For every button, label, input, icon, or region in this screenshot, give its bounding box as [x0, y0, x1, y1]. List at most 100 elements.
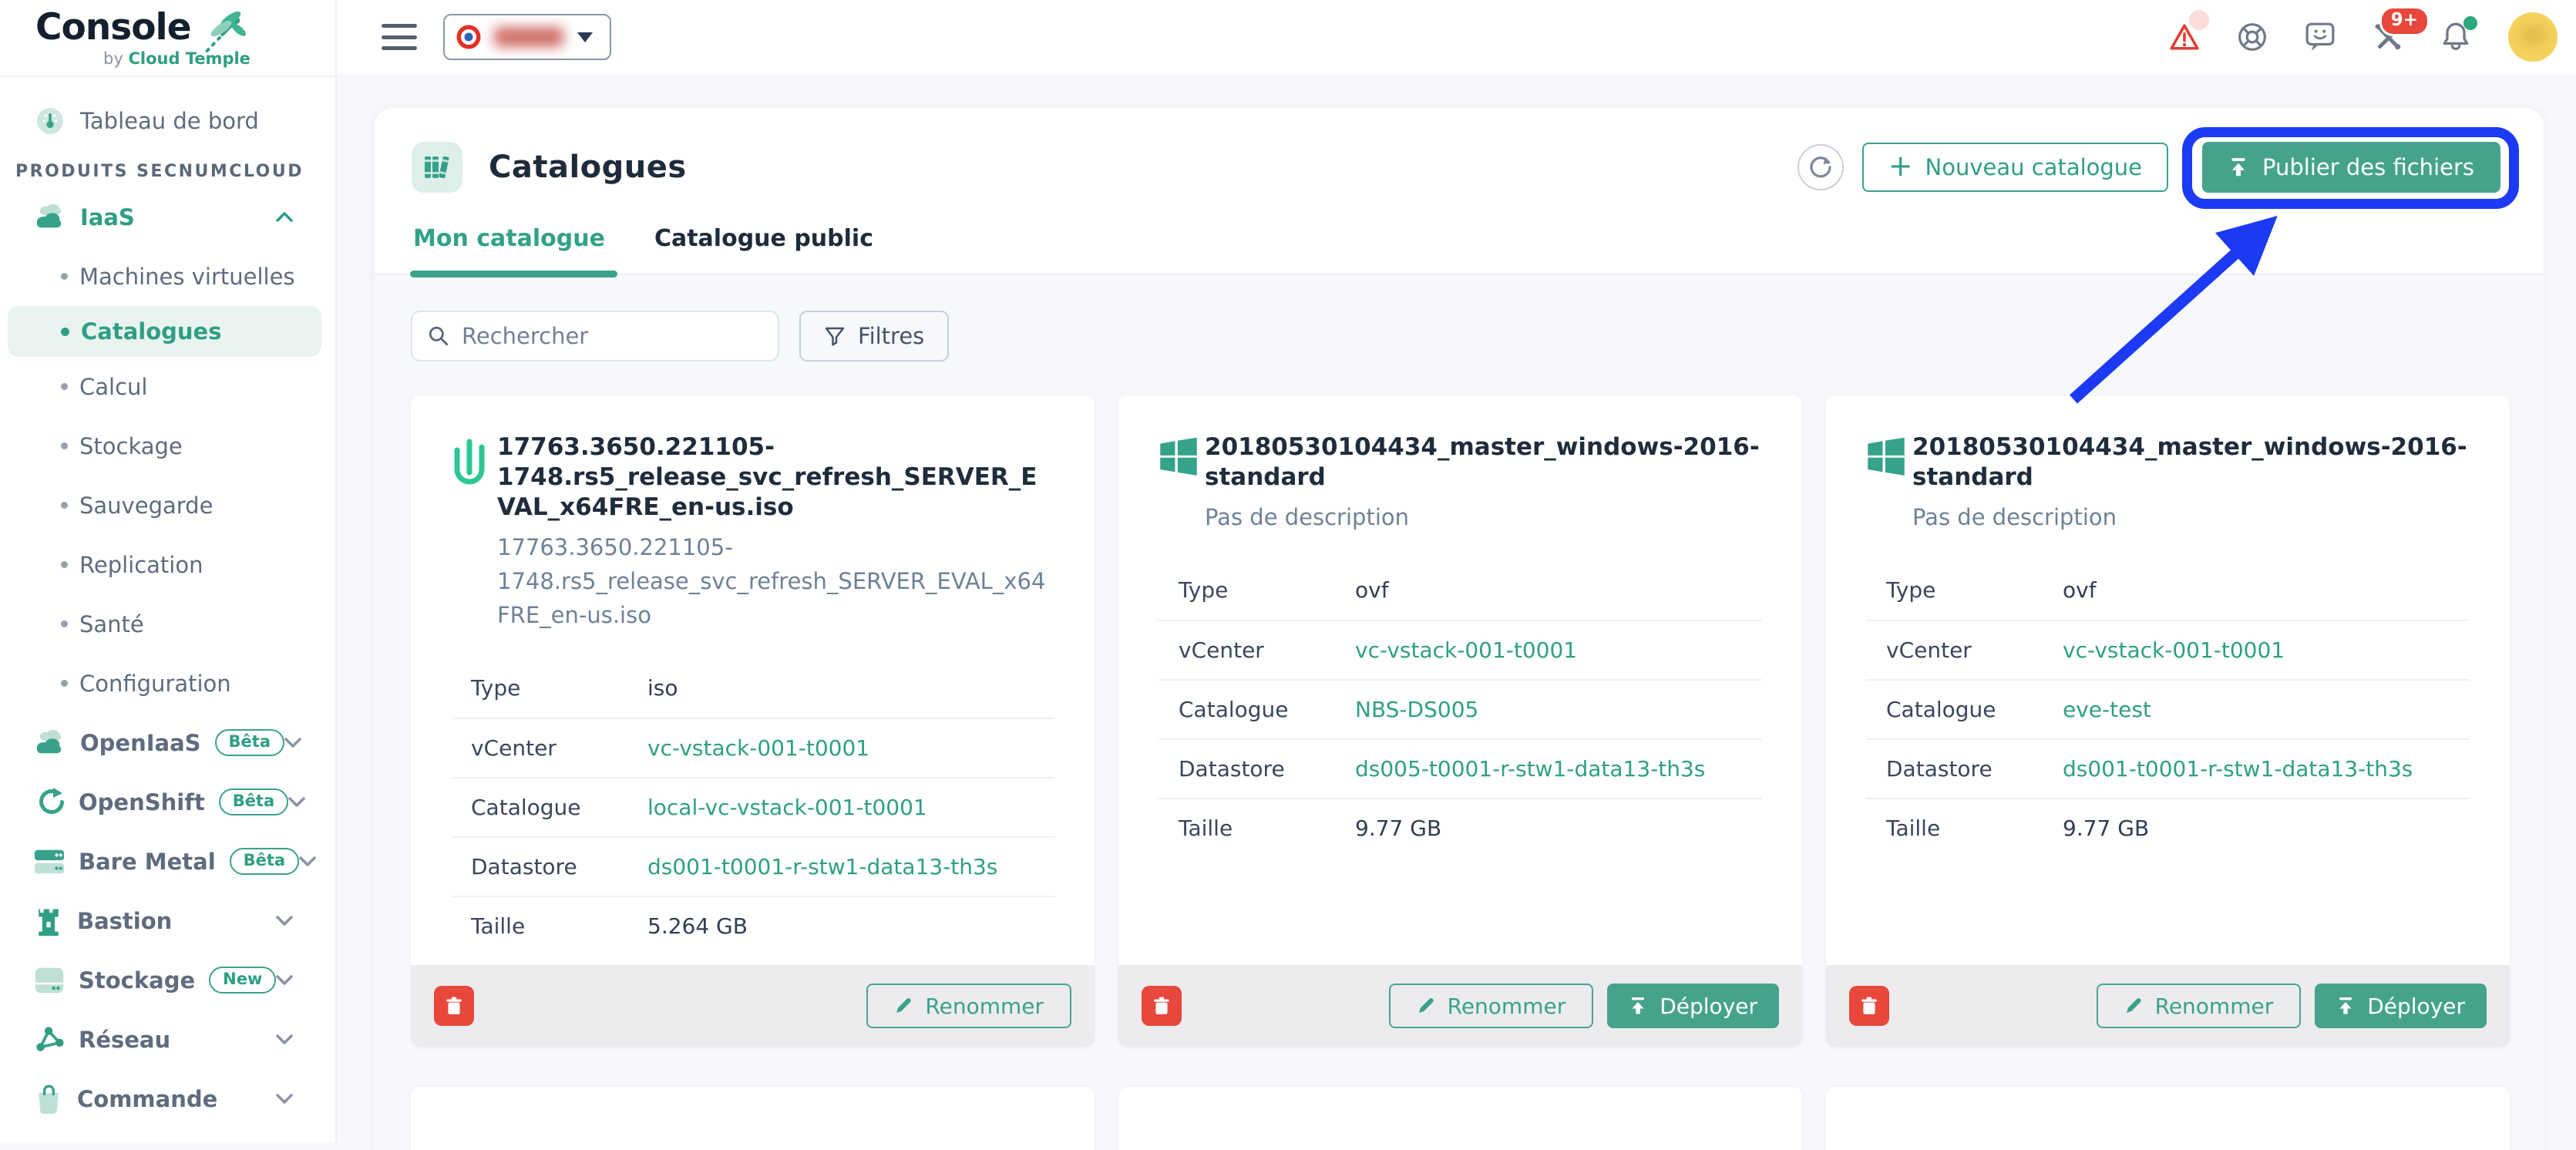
rename-button[interactable]: Renommer — [1389, 984, 1594, 1028]
cocarde-icon — [456, 24, 482, 50]
support-button[interactable] — [2237, 22, 2268, 52]
sidebar-item-iaas[interactable]: IaaS — [0, 187, 335, 247]
card-footer: Renommer — [411, 965, 1095, 1047]
beta-badge: Bêta — [219, 789, 288, 815]
sidebar-item-replication[interactable]: Replication — [0, 535, 335, 594]
chevron-down-icon — [284, 738, 301, 748]
chevron-down-icon — [276, 975, 293, 985]
tab-mon-catalogue[interactable]: Mon catalogue — [413, 225, 605, 274]
hamburger-menu-button[interactable] — [382, 24, 417, 50]
iso-hand-icon — [451, 437, 497, 632]
bullet-icon — [61, 383, 68, 390]
sidebar-item-sante[interactable]: Santé — [0, 594, 335, 654]
refresh-button[interactable] — [1797, 144, 1844, 190]
tab-catalogue-public[interactable]: Catalogue public — [654, 225, 873, 274]
lifebuoy-icon — [2237, 22, 2268, 52]
delete-button[interactable] — [1849, 986, 1889, 1026]
catalog-card-partial[interactable] — [1118, 1087, 1802, 1150]
search-input[interactable] — [462, 323, 762, 349]
datastore-link[interactable]: ds001-t0001-r-stw1-data13-th3s — [647, 854, 997, 879]
sidebar-item-commande[interactable]: Commande — [0, 1069, 335, 1128]
catalog-books-icon — [412, 142, 462, 193]
vcenter-link[interactable]: vc-vstack-001-t0001 — [1355, 637, 1577, 663]
notifications-button[interactable] — [2440, 21, 2471, 53]
catalog-link[interactable]: local-vc-vstack-001-t0001 — [647, 795, 927, 820]
datastore-link[interactable]: ds001-t0001-r-stw1-data13-th3s — [2063, 756, 2413, 782]
rename-button[interactable]: Renommer — [866, 984, 1071, 1028]
sidebar-item-catalogues[interactable]: Catalogues — [8, 306, 321, 357]
panel-content: Filtres — [375, 275, 2544, 1150]
delete-button[interactable] — [434, 986, 474, 1026]
page-title: Catalogues — [489, 150, 687, 185]
detail-row-size: Taille 5.264 GB — [451, 896, 1054, 955]
filters-button[interactable]: Filtres — [799, 311, 949, 361]
catalog-card-partial[interactable] — [411, 1087, 1095, 1150]
logo-block[interactable]: Console by Cloud Temple — [0, 0, 335, 77]
catalog-link[interactable]: NBS-DS005 — [1355, 697, 1478, 722]
catalog-card-windows-2[interactable]: 20180530104434_master_windows-2016-stand… — [1826, 395, 2510, 1047]
catalog-grid: 17763.3650.221105-1748.rs5_release_svc_r… — [411, 395, 2510, 1150]
catalog-card-iso[interactable]: 17763.3650.221105-1748.rs5_release_svc_r… — [411, 395, 1095, 1047]
topbar: 9+ — [337, 0, 2576, 74]
detail-row-catalog: Catalogue eve-test — [1866, 679, 2470, 738]
new-catalog-button[interactable]: + Nouveau catalogue — [1862, 143, 2168, 192]
server-stack-icon — [33, 846, 66, 877]
detail-row-size: Taille 9.77 GB — [1866, 798, 2470, 857]
card-description: Pas de description — [1912, 500, 2470, 534]
sidebar: Console by Cloud Temple Tableau de — [0, 0, 337, 1142]
vcenter-link[interactable]: vc-vstack-001-t0001 — [647, 735, 869, 761]
windows-icon — [1159, 437, 1205, 534]
tenant-selector[interactable] — [443, 14, 611, 60]
detail-row-size: Taille 9.77 GB — [1159, 798, 1762, 857]
publish-files-button[interactable]: Publier des fichiers — [2202, 142, 2500, 193]
deploy-button[interactable]: Déployer — [2315, 984, 2487, 1028]
tools-count-badge: 9+ — [2379, 6, 2430, 36]
alerts-button[interactable] — [2169, 22, 2200, 52]
sidebar-item-machines-virtuelles[interactable]: Machines virtuelles — [0, 247, 335, 306]
bullet-icon — [61, 328, 69, 336]
sidebar-item-openiaas[interactable]: OpenIaaS Bêta — [0, 713, 335, 772]
catalog-card-partial[interactable] — [1826, 1087, 2510, 1150]
storage-box-icon — [33, 965, 66, 996]
sidebar-section-label: PRODUITS SECNUMCLOUD — [15, 162, 335, 181]
detail-row-datastore: Datastore ds005-t0001-r-stw1-data13-th3s — [1159, 738, 1762, 798]
delete-button[interactable] — [1142, 986, 1182, 1026]
new-badge: New — [209, 967, 276, 994]
chat-smiley-icon — [2305, 22, 2336, 52]
bullet-icon — [61, 273, 68, 280]
caret-down-icon — [577, 32, 593, 42]
catalog-card-windows-1[interactable]: 20180530104434_master_windows-2016-stand… — [1118, 395, 1802, 1047]
vcenter-link[interactable]: vc-vstack-001-t0001 — [2063, 637, 2285, 663]
sidebar-item-bare-metal[interactable]: Bare Metal Bêta — [0, 832, 335, 891]
sidebar-item-openshift[interactable]: OpenShift Bêta — [0, 772, 335, 832]
bullet-icon — [61, 502, 68, 509]
sidebar-item-calcul[interactable]: Calcul — [0, 357, 335, 416]
feedback-button[interactable] — [2305, 22, 2336, 52]
deploy-button[interactable]: Déployer — [1607, 984, 1779, 1028]
pencil-icon — [894, 997, 913, 1015]
sidebar-item-tableau-de-bord[interactable]: Tableau de bord — [0, 96, 335, 146]
tools-button[interactable]: 9+ — [2373, 22, 2403, 52]
user-avatar[interactable] — [2508, 12, 2558, 62]
sidebar-item-bastion[interactable]: Bastion — [0, 891, 335, 950]
detail-row-type: Type iso — [451, 658, 1054, 718]
detail-row-catalog: Catalogue local-vc-vstack-001-t0001 — [451, 777, 1054, 836]
sidebar-item-stockage[interactable]: Stockage — [0, 416, 335, 476]
card-title: 20180530104434_master_windows-2016-stand… — [1912, 432, 2470, 493]
sidebar-item-configuration[interactable]: Configuration — [0, 654, 335, 713]
sidebar-item-stockage-new[interactable]: Stockage New — [0, 950, 335, 1010]
detail-row-vcenter: vCenter vc-vstack-001-t0001 — [1159, 620, 1762, 679]
dashboard-gauge-icon — [36, 107, 64, 135]
sidebar-item-reseau[interactable]: Réseau — [0, 1010, 335, 1069]
card-details: Type ovf vCenter vc-vstack-001-t0001 Cat… — [1866, 560, 2470, 857]
catalog-link[interactable]: eve-test — [2063, 697, 2151, 722]
sync-arrows-icon — [33, 786, 66, 819]
sidebar-item-sauvegarde[interactable]: Sauvegarde — [0, 476, 335, 535]
datastore-link[interactable]: ds005-t0001-r-stw1-data13-th3s — [1355, 756, 1705, 782]
cloud-icon — [33, 203, 67, 232]
beta-badge: Bêta — [230, 848, 299, 875]
cloud-icon — [33, 728, 67, 758]
search-box[interactable] — [411, 311, 779, 361]
upload-icon — [1629, 996, 1647, 1016]
rename-button[interactable]: Renommer — [2097, 984, 2302, 1028]
